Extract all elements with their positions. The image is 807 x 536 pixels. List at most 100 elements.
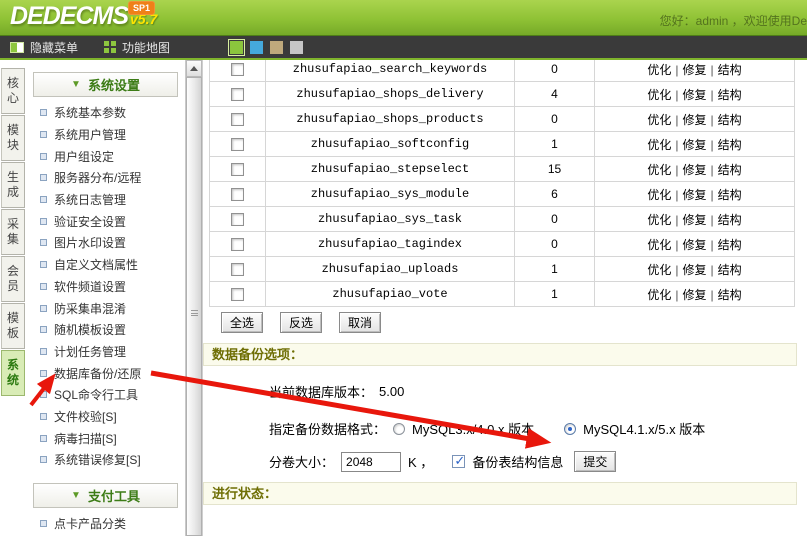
cancel-button[interactable]: 取消	[339, 312, 381, 333]
mysql3-radio-label[interactable]: MySQL3.x/4.0.x 版本	[412, 419, 534, 438]
main-area: 核心模块生成采集会员模板系统 ▼系统设置系统基本参数系统用户管理用户组设定服务器…	[0, 60, 807, 536]
action-link-0[interactable]: 优化	[647, 88, 671, 102]
action-link-2[interactable]: 结构	[718, 263, 742, 277]
mysql4-radio[interactable]	[564, 423, 576, 435]
volume-size-row: 分卷大小： K ， 备份表结构信息 提交	[269, 451, 807, 472]
sidebar-item[interactable]: 系统错误修复[S]	[26, 449, 185, 471]
action-link-2[interactable]: 结构	[718, 163, 742, 177]
action-link-2[interactable]: 结构	[718, 138, 742, 152]
tab-采集[interactable]: 采集	[1, 209, 25, 255]
action-link-0[interactable]: 优化	[647, 263, 671, 277]
sidebar-item[interactable]: 数据库备份/还原	[26, 362, 185, 384]
scrollbar-up-button[interactable]	[186, 60, 202, 77]
checkbox-cell	[210, 107, 266, 132]
action-link-0[interactable]: 优化	[647, 213, 671, 227]
action-link-0[interactable]: 优化	[647, 238, 671, 252]
menu-section-title: 支付工具	[88, 486, 140, 505]
sidebar-item[interactable]: 防采集串混淆	[26, 297, 185, 319]
action-link-2[interactable]: 结构	[718, 113, 742, 127]
volume-size-input[interactable]	[341, 452, 401, 472]
sidebar-item[interactable]: 随机模板设置	[26, 319, 185, 341]
theme-swatch-1[interactable]	[250, 41, 263, 54]
bullet-icon	[40, 283, 47, 290]
menu-section-1[interactable]: ▼支付工具	[33, 483, 178, 508]
row-checkbox[interactable]	[231, 263, 244, 276]
mysql3-radio[interactable]	[393, 423, 405, 435]
sidebar-item[interactable]: 计划任务管理	[26, 341, 185, 363]
sidebar-item[interactable]: 图片水印设置	[26, 232, 185, 254]
sidebar-item[interactable]: 系统用户管理	[26, 124, 185, 146]
menu-section-0[interactable]: ▼系统设置	[33, 72, 178, 97]
sidebar-item[interactable]: 验证安全设置	[26, 210, 185, 232]
row-checkbox[interactable]	[231, 138, 244, 151]
action-link-1[interactable]: 修复	[682, 63, 706, 77]
action-link-1[interactable]: 修复	[682, 138, 706, 152]
row-checkbox[interactable]	[231, 63, 244, 76]
row-checkbox[interactable]	[231, 238, 244, 251]
row-checkbox[interactable]	[231, 163, 244, 176]
sidebar-item[interactable]: 病毒扫描[S]	[26, 427, 185, 449]
row-checkbox[interactable]	[231, 188, 244, 201]
sidebar-item[interactable]: 系统基本参数	[26, 102, 185, 124]
row-checkbox[interactable]	[231, 213, 244, 226]
action-link-1[interactable]: 修复	[682, 163, 706, 177]
tab-模板[interactable]: 模板	[1, 303, 25, 349]
sidebar-item[interactable]: 自定义文档属性	[26, 254, 185, 276]
mysql4-radio-label[interactable]: MySQL4.1.x/5.x 版本	[583, 419, 705, 438]
checkbox-cell	[210, 207, 266, 232]
action-link-0[interactable]: 优化	[647, 63, 671, 77]
hide-menu-button[interactable]: 隐藏菜单	[10, 39, 78, 56]
menu-scrollbar[interactable]	[186, 60, 203, 536]
sidebar-item[interactable]: 用户组设定	[26, 145, 185, 167]
sidebar-item[interactable]: SQL命令行工具	[26, 384, 185, 406]
scrollbar-thumb[interactable]	[186, 77, 202, 536]
action-link-2[interactable]: 结构	[718, 188, 742, 202]
action-separator: |	[671, 63, 682, 77]
action-link-0[interactable]: 优化	[647, 288, 671, 302]
action-link-1[interactable]: 修复	[682, 113, 706, 127]
structure-info-checkbox[interactable]	[452, 455, 465, 468]
sidebar-item[interactable]: 系统日志管理	[26, 189, 185, 211]
tab-会员[interactable]: 会员	[1, 256, 25, 302]
sidebar-item-label: 服务器分布/远程	[54, 169, 141, 186]
tab-系统[interactable]: 系统	[1, 350, 25, 396]
row-checkbox[interactable]	[231, 113, 244, 126]
function-map-button[interactable]: 功能地图	[104, 39, 170, 56]
action-separator: |	[671, 88, 682, 102]
row-actions: 优化|修复|结构	[595, 207, 795, 232]
action-link-2[interactable]: 结构	[718, 238, 742, 252]
action-link-0[interactable]: 优化	[647, 113, 671, 127]
table-row: zhusufapiao_sys_task0优化|修复|结构	[210, 207, 795, 232]
action-link-2[interactable]: 结构	[718, 213, 742, 227]
sidebar-item[interactable]: 文件校验[S]	[26, 406, 185, 428]
action-link-1[interactable]: 修复	[682, 188, 706, 202]
action-link-0[interactable]: 优化	[647, 163, 671, 177]
row-checkbox[interactable]	[231, 88, 244, 101]
db-version-row: 当前数据库版本： 5.00	[269, 382, 807, 401]
submit-button[interactable]: 提交	[574, 451, 616, 472]
tab-模块[interactable]: 模块	[1, 115, 25, 161]
action-link-1[interactable]: 修复	[682, 213, 706, 227]
action-link-2[interactable]: 结构	[718, 63, 742, 77]
select-all-button[interactable]: 全选	[221, 312, 263, 333]
action-link-0[interactable]: 优化	[647, 138, 671, 152]
action-link-1[interactable]: 修复	[682, 263, 706, 277]
sidebar-item[interactable]: 点卡产品分类	[26, 513, 185, 535]
action-separator: |	[671, 288, 682, 302]
sidebar-item[interactable]: 软件频道设置	[26, 276, 185, 298]
structure-info-label[interactable]: 备份表结构信息	[472, 452, 563, 471]
theme-swatch-3[interactable]	[290, 41, 303, 54]
theme-swatch-2[interactable]	[270, 41, 283, 54]
action-link-1[interactable]: 修复	[682, 88, 706, 102]
invert-select-button[interactable]: 反选	[280, 312, 322, 333]
sidebar-item[interactable]: 服务器分布/远程	[26, 167, 185, 189]
action-link-2[interactable]: 结构	[718, 88, 742, 102]
action-link-0[interactable]: 优化	[647, 188, 671, 202]
tab-生成[interactable]: 生成	[1, 162, 25, 208]
tab-核心[interactable]: 核心	[1, 68, 25, 114]
theme-swatch-0[interactable]	[230, 41, 243, 54]
action-link-1[interactable]: 修复	[682, 288, 706, 302]
action-link-2[interactable]: 结构	[718, 288, 742, 302]
action-link-1[interactable]: 修复	[682, 238, 706, 252]
row-checkbox[interactable]	[231, 288, 244, 301]
